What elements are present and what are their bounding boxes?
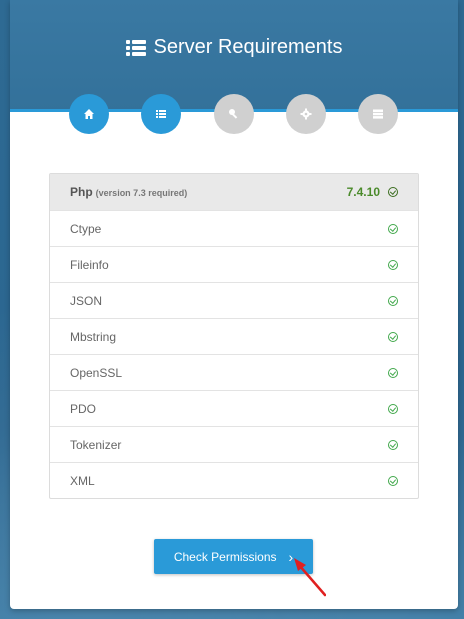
table-row: OpenSSL xyxy=(50,354,418,390)
check-circle-icon xyxy=(388,475,398,486)
check-permissions-label: Check Permissions xyxy=(173,549,277,564)
gear-icon xyxy=(300,108,312,120)
page-title-text: Server Requirements xyxy=(153,36,343,58)
extension-name: Tokenizer xyxy=(70,437,122,452)
php-name: Php xyxy=(70,185,93,199)
check-circle-icon xyxy=(388,367,398,378)
extension-name: Ctype xyxy=(70,221,102,236)
extension-name: OpenSSL xyxy=(70,365,123,380)
requirements-table: Php (version 7.3 required) 7.4.10 Ctype F… xyxy=(49,173,419,499)
key-icon xyxy=(229,109,238,119)
table-row: PDO xyxy=(50,390,418,426)
extension-name: Fileinfo xyxy=(70,257,109,272)
check-circle-icon xyxy=(388,223,398,234)
table-row: Ctype xyxy=(50,210,418,246)
page-title: Server Requirements xyxy=(10,36,458,59)
annotation-arrow-icon xyxy=(294,558,326,597)
check-circle-icon xyxy=(388,295,398,306)
table-row: XML xyxy=(50,462,418,498)
php-version-value: 7.4.10 xyxy=(346,185,380,199)
php-version-note: (version 7.3 required) xyxy=(95,188,188,198)
table-row: Fileinfo xyxy=(50,246,418,282)
check-circle-icon xyxy=(388,187,398,197)
installer-card: Server Requirements Php (version 7.3 req… xyxy=(10,0,458,609)
step-permissions[interactable] xyxy=(214,94,254,134)
server-icon xyxy=(373,109,383,119)
step-environment[interactable] xyxy=(286,94,326,134)
extension-name: PDO xyxy=(70,401,97,416)
step-indicator xyxy=(10,94,458,134)
extension-name: Mbstring xyxy=(70,329,117,344)
table-row: Tokenizer xyxy=(50,426,418,462)
table-row: Mbstring xyxy=(50,318,418,354)
home-icon xyxy=(84,109,94,119)
extension-name: XML xyxy=(70,473,95,488)
check-circle-icon xyxy=(388,439,398,450)
step-requirements[interactable] xyxy=(141,94,181,134)
extension-name: JSON xyxy=(70,293,103,308)
check-circle-icon xyxy=(388,331,398,342)
check-circle-icon xyxy=(388,259,398,270)
check-circle-icon xyxy=(388,403,398,414)
step-welcome[interactable] xyxy=(69,94,109,134)
list-icon xyxy=(156,110,166,118)
php-version: 7.4.10 xyxy=(347,185,398,199)
step-install[interactable] xyxy=(358,94,398,134)
table-row: JSON xyxy=(50,282,418,318)
php-label: Php (version 7.3 required) xyxy=(70,185,187,199)
list-icon xyxy=(125,39,146,56)
php-requirement-row: Php (version 7.3 required) 7.4.10 xyxy=(50,174,418,210)
